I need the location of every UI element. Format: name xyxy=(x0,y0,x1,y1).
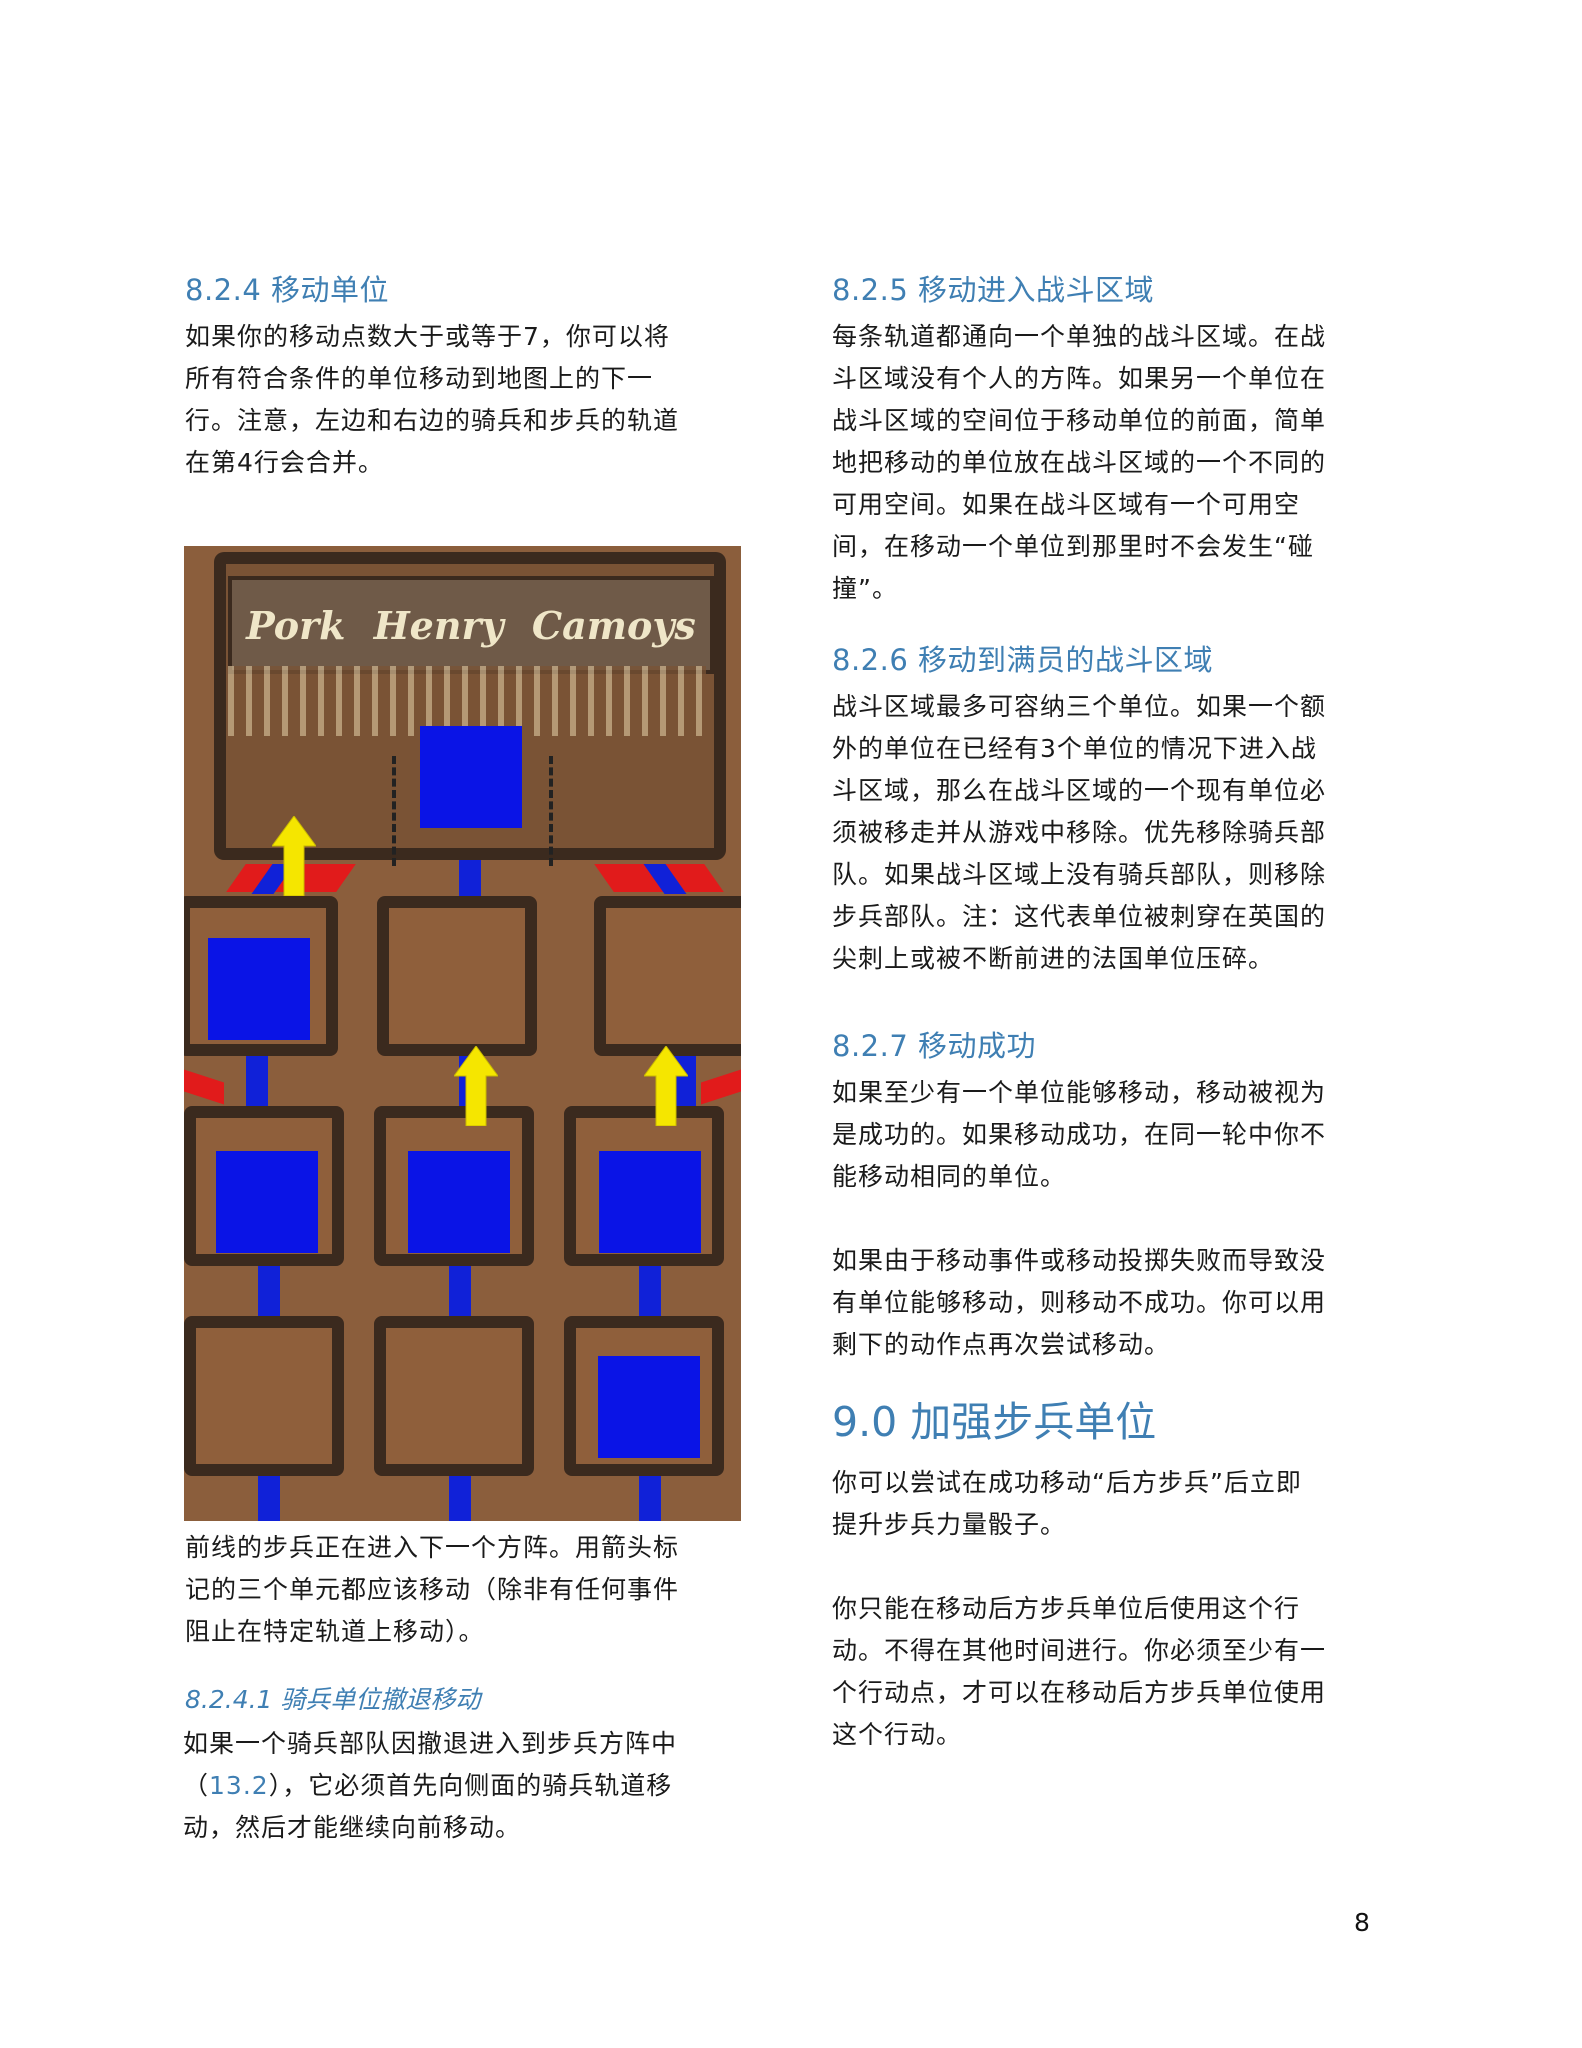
page-number: 8 xyxy=(1354,1908,1370,1937)
commander-label: Pork xyxy=(246,602,346,648)
section-8-2-4-body: 如果你的移动点数大于或等于7，你可以将 所有符合条件的单位移动到地图上的下一 行… xyxy=(185,322,680,477)
unit-marker xyxy=(420,726,522,828)
rule-reference-link[interactable]: 13.2 xyxy=(209,1771,269,1800)
commander-label: Camoys xyxy=(531,602,696,648)
section-8-2-4-1-body: 如果一个骑兵部队因撤退进入到步兵方阵中 （13.2），它必须首先向侧面的骑兵轨道… xyxy=(183,1729,678,1842)
section-8-2-6-body: 战斗区域最多可容纳三个单位。如果一个额 外的单位在已经有3个单位的情况下进入战 … xyxy=(832,692,1327,973)
unit-marker xyxy=(216,1151,318,1253)
track-lane xyxy=(459,860,481,900)
right-column: 8.2.5 移动进入战斗区域 每条轨道都通向一个单独的战斗区域。在战 斗区域没有… xyxy=(832,270,1392,1756)
track-lane xyxy=(639,1476,661,1521)
section-9-0-heading: 9.0 加强步兵单位 xyxy=(832,1398,1157,1446)
section-8-2-5-heading: 8.2.5 移动进入战斗区域 xyxy=(832,273,1155,307)
track-lane xyxy=(258,1476,280,1521)
up-arrow-icon xyxy=(272,816,316,896)
section-9-0-paragraph-2: 你只能在移动后方步兵单位后使用这个行 动。不得在其他时间进行。你必须至少有一 个… xyxy=(832,1594,1327,1749)
section-8-2-5-body: 每条轨道都通向一个单独的战斗区域。在战 斗区域没有个人的方阵。如果另一个单位在 … xyxy=(832,322,1327,603)
up-arrow-icon xyxy=(454,1046,498,1126)
cavalry-lane xyxy=(184,1069,224,1105)
section-8-2-7-paragraph-2: 如果由于移动事件或移动投掷失败而导致没 有单位能够移动，则移动不成功。你可以用 … xyxy=(832,1246,1327,1359)
unit-marker xyxy=(598,1356,700,1458)
illustration-caption: 前线的步兵正在进入下一个方阵。用箭头标 记的三个单元都应该移动（除非有任何事件 … xyxy=(185,1533,680,1646)
track-lane xyxy=(449,1266,471,1316)
track-lane xyxy=(449,1476,471,1521)
section-8-2-4-1-heading: 8.2.4.1 骑兵单位撤退移动 xyxy=(185,1685,481,1714)
formation-box xyxy=(374,1316,534,1476)
board-illustration: Pork Henry Camoys xyxy=(184,546,741,1521)
section-8-2-7-heading: 8.2.7 移动成功 xyxy=(832,1029,1037,1063)
up-arrow-icon xyxy=(644,1046,688,1126)
cavalry-lane xyxy=(701,1069,741,1105)
commander-label: Henry xyxy=(373,602,504,648)
unit-marker xyxy=(599,1151,701,1253)
commanders-banner: Pork Henry Camoys xyxy=(228,576,714,674)
section-8-2-4-heading: 8.2.4 移动单位 xyxy=(185,273,390,307)
track-lane xyxy=(639,1266,661,1316)
left-column: 8.2.4 移动单位 如果你的移动点数大于或等于7，你可以将 所有符合条件的单位… xyxy=(183,270,745,1849)
formation-box xyxy=(184,1316,344,1476)
section-9-0-paragraph-1: 你可以尝试在成功移动“后方步兵”后立即 提升步兵力量骰子。 xyxy=(832,1468,1302,1539)
zone-divider xyxy=(549,756,553,866)
zone-divider xyxy=(392,756,396,866)
formation-box xyxy=(377,896,537,1056)
track-lane xyxy=(258,1266,280,1316)
section-8-2-6-heading: 8.2.6 移动到满员的战斗区域 xyxy=(832,643,1214,677)
unit-marker xyxy=(208,938,310,1040)
section-8-2-7-paragraph-1: 如果至少有一个单位能够移动，移动被视为 是成功的。如果移动成功，在同一轮中你不 … xyxy=(832,1078,1327,1191)
formation-box xyxy=(594,896,741,1056)
track-lane xyxy=(246,1056,268,1106)
unit-marker xyxy=(408,1151,510,1253)
